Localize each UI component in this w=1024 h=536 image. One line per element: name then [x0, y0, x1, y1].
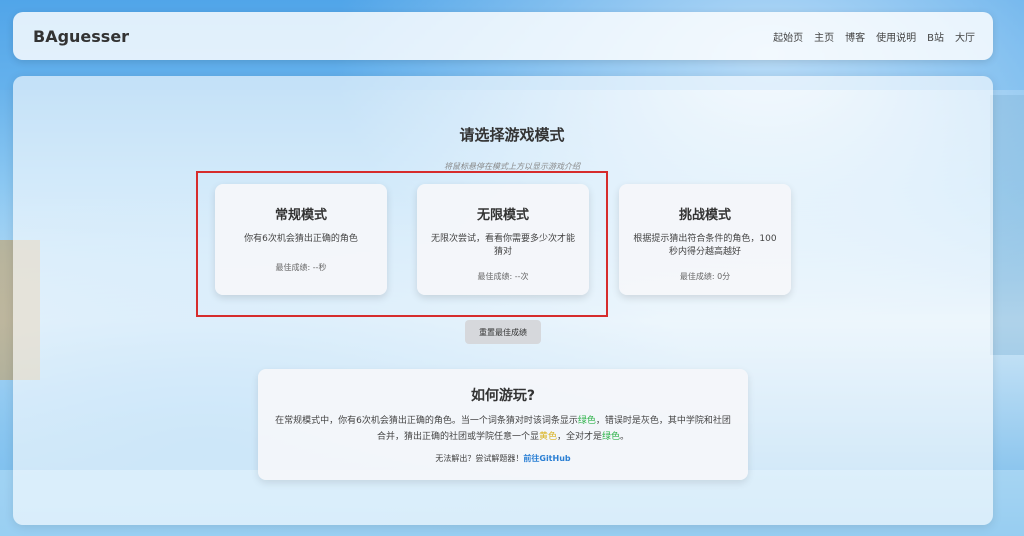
solver-hint: 无法解出？尝试解题器！前往GitHub: [272, 453, 734, 464]
mode-card-endless[interactable]: 无限模式 无限次尝试，看看你需要多少次才能猜对 最佳成绩: --次: [417, 184, 589, 295]
nav-link-start[interactable]: 起始页: [773, 29, 803, 44]
mode-best-score: 最佳成绩: --次: [477, 272, 529, 281]
how-to-play-text: 在常规模式中，你有6次机会猜出正确的角色。当一个词条猜对时该词条显示绿色，错误时…: [272, 413, 734, 445]
github-link[interactable]: 前往GitHub: [523, 454, 570, 463]
how-to-play-title: 如何游玩?: [470, 388, 536, 404]
mode-desc: 你有6次机会猜出正确的角色: [244, 234, 358, 244]
mode-desc: 无限次尝试，看看你需要多少次才能猜对: [430, 234, 575, 257]
rules-yellow-word: 黄色: [538, 432, 557, 442]
rules-text: 在常规模式中，你有6次机会猜出正确的角色。当一个词条猜对时该词条显示: [275, 416, 578, 426]
rules-green-word: 绿色: [577, 416, 596, 426]
mode-best-score: 最佳成绩: 0分: [679, 272, 731, 281]
rules-green-word: 绿色: [602, 432, 621, 442]
solver-hint-text: 无法解出？尝试解题器！: [435, 454, 524, 463]
mode-name: 常规模式: [274, 208, 327, 223]
mode-name: 挑战模式: [678, 208, 731, 223]
brand-logo[interactable]: BAguesser: [33, 27, 129, 46]
navbar: BAguesser 起始页 主页 博客 使用说明 B站 大厅: [13, 12, 993, 60]
rules-text: 。: [620, 432, 630, 442]
reset-best-button[interactable]: 重置最佳成绩: [465, 320, 541, 344]
nav-link-bilibili[interactable]: B站: [927, 29, 944, 44]
how-to-play-card: 如何游玩? 在常规模式中，你有6次机会猜出正确的角色。当一个词条猜对时该词条显示…: [258, 369, 748, 480]
nav-links: 起始页 主页 博客 使用说明 B站 大厅: [773, 29, 975, 44]
mode-name: 无限模式: [476, 208, 529, 223]
mode-card-challenge[interactable]: 挑战模式 根据提示猜出符合条件的角色，100秒内得分越高越好 最佳成绩: 0分: [619, 184, 791, 295]
mode-best-score: 最佳成绩: --秒: [275, 263, 327, 272]
mode-card-normal[interactable]: 常规模式 你有6次机会猜出正确的角色 最佳成绩: --秒: [215, 184, 387, 295]
nav-link-blog[interactable]: 博客: [845, 29, 865, 44]
page-title: 请选择游戏模式: [459, 126, 565, 144]
nav-link-guide[interactable]: 使用说明: [876, 29, 916, 44]
nav-link-lobby[interactable]: 大厅: [955, 29, 975, 44]
nav-link-home[interactable]: 主页: [814, 29, 834, 44]
rules-text: ，全对才是: [556, 432, 602, 442]
mode-desc: 根据提示猜出符合条件的角色，100秒内得分越高越好: [633, 234, 777, 257]
hover-hint: 将鼠标悬停在模式上方以显示游戏介绍: [444, 162, 580, 171]
